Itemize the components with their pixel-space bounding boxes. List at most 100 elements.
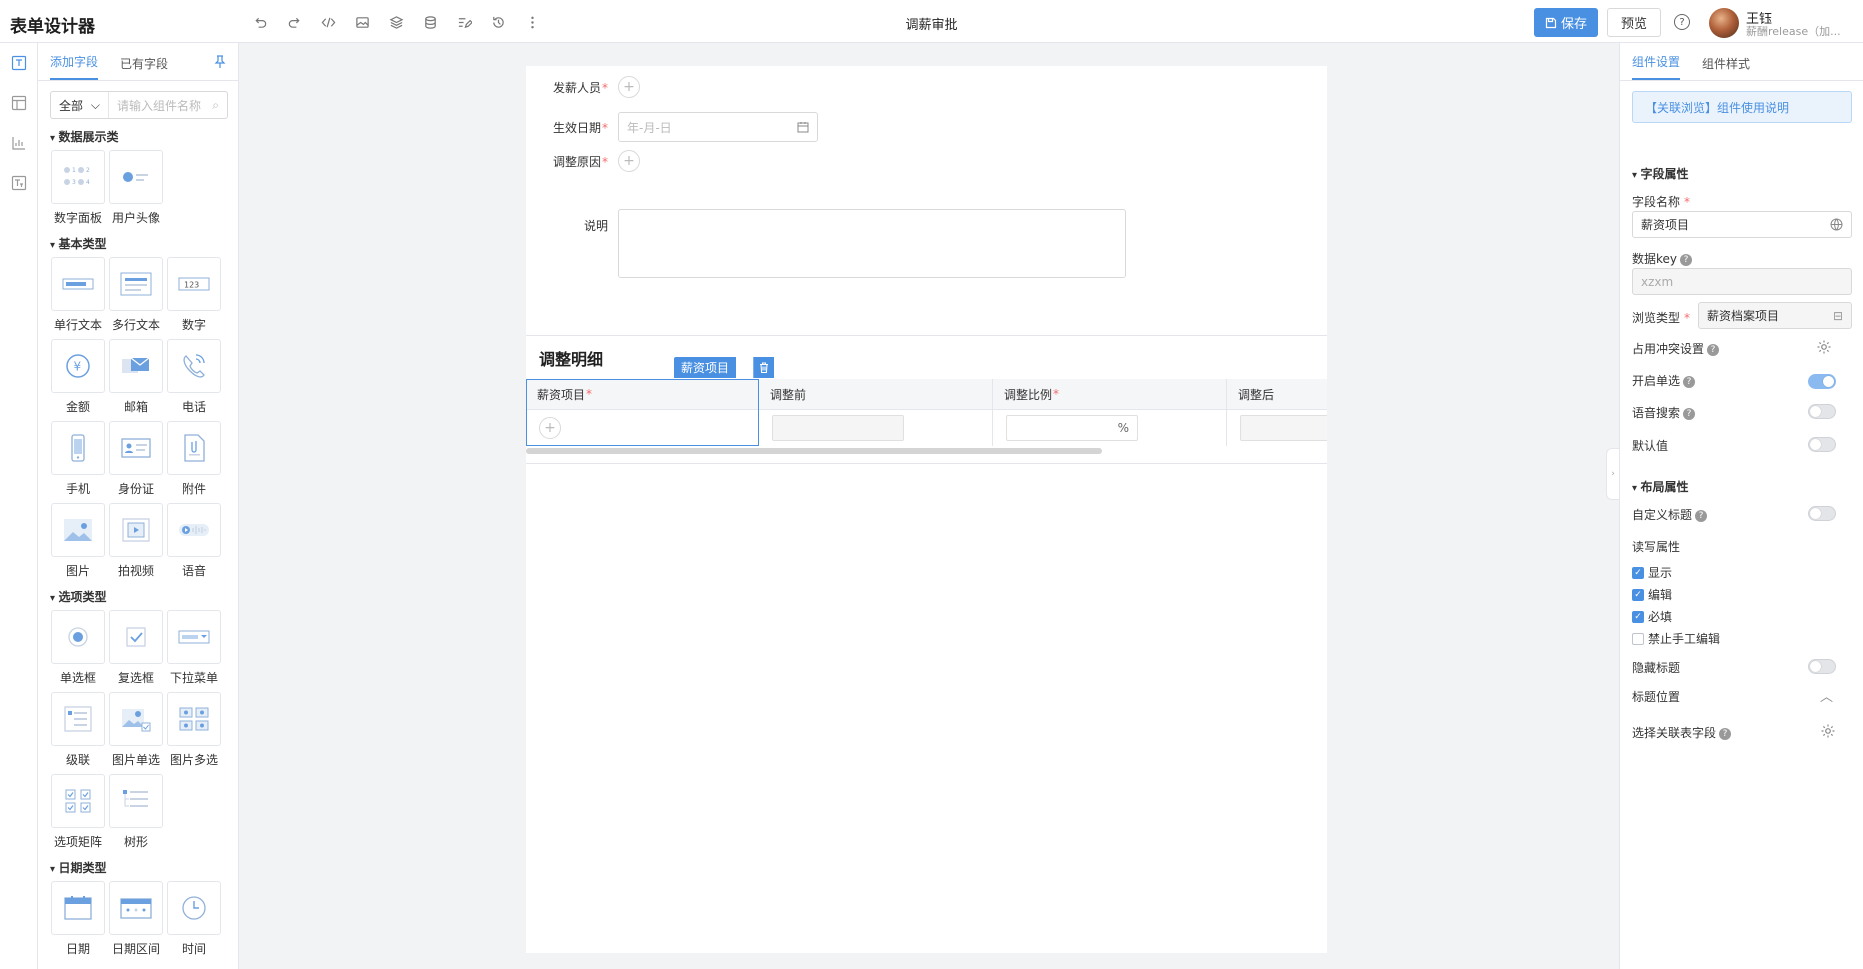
detail-column-salary-item[interactable]: 薪资项目 * + bbox=[526, 379, 759, 446]
tab-component-style[interactable]: 组件样式 bbox=[1702, 55, 1750, 80]
question-icon[interactable]: ? bbox=[1683, 407, 1696, 420]
component-date[interactable]: 日期 bbox=[49, 881, 107, 957]
component-number[interactable]: 123 数字 bbox=[165, 257, 223, 333]
checkbox-edit[interactable]: ✓ 编辑 bbox=[1632, 586, 1672, 603]
field-row-effective-date[interactable]: 生效日期* 年-月-日 bbox=[526, 112, 818, 142]
trash-icon[interactable] bbox=[753, 357, 774, 378]
tab-component-settings[interactable]: 组件设置 bbox=[1632, 53, 1681, 80]
horizontal-scrollbar[interactable] bbox=[526, 448, 1102, 454]
component-label: 单选框 bbox=[59, 671, 96, 685]
collapse-panel-handle[interactable]: › bbox=[1606, 448, 1619, 500]
detail-column-before[interactable]: 调整前 bbox=[759, 379, 993, 446]
add-person-icon[interactable]: + bbox=[618, 76, 640, 98]
component-radio[interactable]: 单选框 bbox=[49, 610, 107, 686]
preview-button[interactable]: 预览 bbox=[1607, 8, 1661, 37]
tab-existing-field[interactable]: 已有字段 bbox=[120, 55, 168, 80]
checkbox-show[interactable]: ✓ 显示 bbox=[1632, 564, 1672, 581]
add-reason-icon[interactable]: + bbox=[618, 150, 640, 172]
component-number-panel[interactable]: 1 2 3 4 数字面板 bbox=[49, 150, 107, 226]
component-option-matrix[interactable]: 选项矩阵 bbox=[49, 774, 107, 850]
component-video[interactable]: 拍视频 bbox=[107, 503, 165, 579]
question-icon[interactable]: ? bbox=[1683, 375, 1696, 388]
layout-icon[interactable] bbox=[0, 83, 38, 123]
component-multi-line-text[interactable]: 多行文本 bbox=[107, 257, 165, 333]
gear-icon[interactable] bbox=[1816, 339, 1832, 355]
default-value-toggle[interactable] bbox=[1808, 437, 1836, 452]
field-row-reason[interactable]: 调整原因* + bbox=[526, 150, 640, 172]
group-title[interactable]: 基本类型 bbox=[50, 235, 238, 252]
image-multi-icon bbox=[179, 707, 209, 731]
avatar[interactable] bbox=[1709, 8, 1739, 38]
component-tree[interactable]: 树形 bbox=[107, 774, 165, 850]
tab-add-field[interactable]: 添加字段 bbox=[50, 53, 99, 80]
more-icon[interactable] bbox=[520, 11, 544, 33]
detail-table-section[interactable]: 调整明细 薪资项目 薪资项目 * + 调整前 调整比例 * % 调整后 bbox=[526, 335, 1327, 464]
component-dropdown[interactable]: 下拉菜单 bbox=[165, 610, 223, 686]
hide-title-toggle[interactable] bbox=[1808, 659, 1836, 674]
field-name-input[interactable]: 薪资项目 bbox=[1632, 211, 1852, 238]
question-icon[interactable]: ? bbox=[1719, 727, 1732, 740]
selected-field-tag[interactable]: 薪资项目 bbox=[674, 357, 737, 378]
group-title[interactable]: 选项类型 bbox=[50, 588, 238, 605]
detail-column-after[interactable]: 调整后 bbox=[1227, 379, 1327, 446]
ratio-input[interactable]: % bbox=[1006, 415, 1138, 441]
undo-icon[interactable] bbox=[248, 11, 272, 33]
add-item-icon[interactable]: + bbox=[539, 417, 561, 439]
section-field-properties[interactable]: 字段属性 bbox=[1632, 165, 1689, 182]
pin-icon[interactable] bbox=[214, 55, 226, 69]
field-row-description[interactable]: 说明 bbox=[526, 209, 1126, 278]
usage-guide-link[interactable]: 【关联浏览】组件使用说明 bbox=[1632, 91, 1852, 123]
browse-type-select[interactable]: 薪资档案项目 ⊟ bbox=[1698, 302, 1852, 329]
question-icon[interactable]: ? bbox=[1707, 343, 1720, 356]
component-search-input[interactable]: 请输入组件名称 ⌕ bbox=[109, 97, 227, 114]
voice-search-toggle[interactable] bbox=[1808, 404, 1836, 419]
component-single-line-text[interactable]: 单行文本 bbox=[49, 257, 107, 333]
component-image-multi[interactable]: 图片多选 bbox=[165, 692, 223, 768]
section-layout-properties[interactable]: 布局属性 bbox=[1632, 478, 1689, 495]
search-placeholder: 请输入组件名称 bbox=[117, 98, 202, 113]
date-input[interactable]: 年-月-日 bbox=[618, 112, 818, 142]
component-email[interactable]: 邮箱 bbox=[107, 339, 165, 415]
component-phone[interactable]: 电话 bbox=[165, 339, 223, 415]
component-checkbox[interactable]: 复选框 bbox=[107, 610, 165, 686]
single-select-toggle[interactable] bbox=[1808, 374, 1836, 389]
component-cascade[interactable]: 级联 bbox=[49, 692, 107, 768]
component-amount[interactable]: ¥ 金额 bbox=[49, 339, 107, 415]
component-date-range[interactable]: 日期区间 bbox=[107, 881, 165, 957]
checkbox-no-manual-edit[interactable]: 禁止手工编辑 bbox=[1632, 630, 1720, 647]
history-icon[interactable] bbox=[486, 11, 510, 33]
group-title[interactable]: 日期类型 bbox=[50, 859, 238, 876]
custom-title-toggle[interactable] bbox=[1808, 506, 1836, 521]
group-title[interactable]: 数据展示类 bbox=[50, 128, 238, 145]
component-id-card[interactable]: 身份证 bbox=[107, 421, 165, 497]
question-icon[interactable]: ? bbox=[1680, 253, 1693, 266]
database-icon[interactable] bbox=[418, 11, 442, 33]
detail-column-ratio[interactable]: 调整比例 * % bbox=[993, 379, 1227, 446]
layers-icon[interactable] bbox=[384, 11, 408, 33]
chart-icon[interactable] bbox=[0, 123, 38, 163]
edit-list-icon[interactable] bbox=[452, 11, 476, 33]
category-select[interactable]: 全部 ⌵ bbox=[51, 92, 109, 118]
save-button[interactable]: 保存 bbox=[1534, 8, 1598, 37]
component-image-radio[interactable]: 图片单选 bbox=[107, 692, 165, 768]
component-attachment[interactable]: 附件 bbox=[165, 421, 223, 497]
help-icon[interactable]: ? bbox=[1674, 14, 1690, 30]
form-fields-icon[interactable] bbox=[0, 43, 38, 83]
component-image[interactable]: 图片 bbox=[49, 503, 107, 579]
component-mobile[interactable]: 手机 bbox=[49, 421, 107, 497]
component-user-avatar[interactable]: 用户头像 bbox=[107, 150, 165, 226]
question-icon[interactable]: ? bbox=[1695, 509, 1708, 522]
component-voice[interactable]: 语音 bbox=[165, 503, 223, 579]
redo-icon[interactable] bbox=[282, 11, 306, 33]
image-icon[interactable] bbox=[350, 11, 374, 33]
code-icon[interactable] bbox=[316, 11, 340, 33]
checkbox-required[interactable]: ✓ 必填 bbox=[1632, 608, 1672, 625]
text-template-icon[interactable] bbox=[0, 163, 38, 203]
browse-icon[interactable]: ⊟ bbox=[1833, 309, 1843, 323]
description-textarea[interactable] bbox=[618, 209, 1126, 278]
chevron-up-icon[interactable]: ︿ bbox=[1820, 686, 1833, 705]
gear-icon[interactable] bbox=[1820, 723, 1836, 739]
component-time[interactable]: 时间 bbox=[165, 881, 223, 957]
globe-icon[interactable] bbox=[1830, 218, 1843, 231]
field-row-payee[interactable]: 发薪人员* + bbox=[526, 76, 640, 98]
